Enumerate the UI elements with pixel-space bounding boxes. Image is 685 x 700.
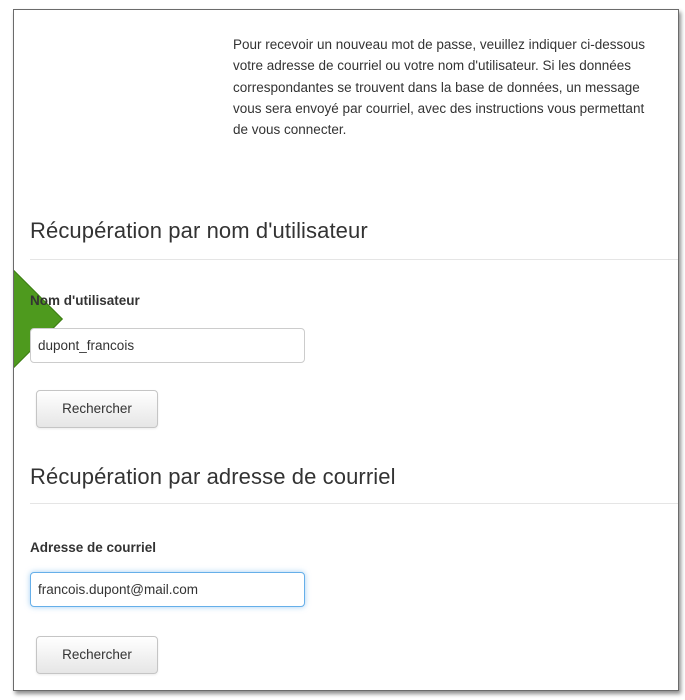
email-search-button[interactable]: Rechercher <box>36 636 158 674</box>
username-section-divider <box>30 259 678 260</box>
username-label: Nom d'utilisateur <box>30 293 140 308</box>
email-section-divider <box>30 503 678 504</box>
username-input[interactable] <box>30 328 305 363</box>
email-input[interactable] <box>30 572 305 607</box>
intro-text: Pour recevoir un nouveau mot de passe, v… <box>233 37 645 138</box>
username-section-title: Récupération par nom d'utilisateur <box>30 218 368 243</box>
email-label: Adresse de courriel <box>30 540 157 555</box>
email-section-title: Récupération par adresse de courriel <box>30 464 396 489</box>
password-recovery-panel: Pour recevoir un nouveau mot de passe, v… <box>13 9 679 691</box>
username-search-button[interactable]: Rechercher <box>36 390 158 428</box>
